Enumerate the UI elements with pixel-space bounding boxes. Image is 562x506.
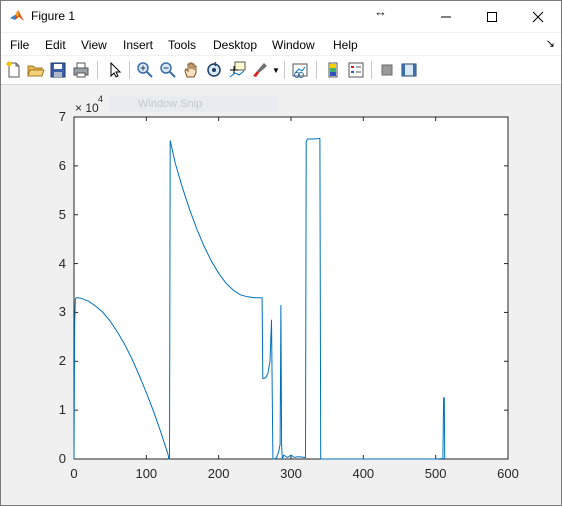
x-tick-label: 500 [424, 466, 447, 481]
x-tick-label: 300 [280, 466, 302, 481]
x-tick-label: 400 [352, 466, 375, 481]
y-tick-label: 0 [58, 451, 66, 466]
y-tick-label: 6 [58, 157, 66, 173]
y-exponent-power: 4 [98, 94, 104, 104]
window-snip-overlay: Window Snip [110, 96, 278, 112]
axes-box [73, 116, 509, 460]
x-tick-label: 100 [135, 466, 158, 481]
y-tick-label: 3 [58, 304, 66, 320]
y-exponent-base: × 10 [75, 101, 99, 115]
y-tick-label: 4 [58, 255, 66, 271]
plot-axes[interactable] [0, 0, 562, 506]
y-tick-label: 2 [58, 353, 66, 369]
x-tick-label: 600 [497, 466, 519, 481]
x-tick-label: 0 [70, 466, 78, 481]
y-tick-label: 5 [58, 206, 66, 222]
y-tick-label: 1 [58, 402, 66, 418]
y-tick-label: 7 [58, 109, 66, 124]
x-tick-label: 200 [207, 466, 230, 481]
